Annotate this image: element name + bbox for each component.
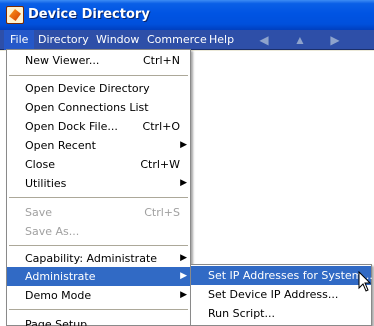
menu-item-utilities[interactable]: Utilities ▶ xyxy=(7,174,190,193)
menu-item-open-dock-file[interactable]: Open Dock File... Ctrl+O xyxy=(7,117,190,136)
submenu-arrow-icon: ▶ xyxy=(180,140,187,150)
menu-item-new-viewer[interactable]: New Viewer... Ctrl+N xyxy=(7,51,190,70)
menu-item-run-script[interactable]: Run Script... xyxy=(191,304,371,323)
title-bar[interactable]: Device Directory xyxy=(0,0,374,30)
menu-item-set-device-ip-address[interactable]: Set Device IP Address... xyxy=(191,285,371,304)
menu-item-open-device-directory[interactable]: Open Device Directory xyxy=(7,79,190,98)
menu-item-label: Page Setup... xyxy=(25,318,98,326)
menu-item-capability[interactable]: Capability: Administrate ▶ xyxy=(7,249,190,268)
menu-item-save-as: Save As... xyxy=(7,222,190,241)
menu-item-administrate[interactable]: Administrate ▶ xyxy=(7,267,190,286)
menu-item-page-setup[interactable]: Page Setup... xyxy=(7,315,190,326)
app-icon[interactable] xyxy=(6,6,24,24)
administrate-submenu: Set IP Addresses for System... Set Devic… xyxy=(190,264,373,326)
menu-commerce[interactable]: Commerce xyxy=(141,30,213,50)
menu-separator xyxy=(9,245,188,246)
menu-item-label: Open Dock File... xyxy=(25,120,118,133)
menu-window[interactable]: Window xyxy=(90,30,145,50)
menu-help[interactable]: Help xyxy=(203,30,240,50)
menu-item-label: Demo Mode xyxy=(25,289,92,302)
menu-item-label: Capability: Administrate xyxy=(25,252,158,265)
forward-arrow-icon[interactable]: ▶ xyxy=(327,34,343,46)
menu-item-shortcut: Ctrl+O xyxy=(142,120,180,133)
menu-item-label: Open Recent xyxy=(25,139,96,152)
menu-item-shortcut: Ctrl+N xyxy=(142,54,180,67)
menu-item-label: Close xyxy=(25,158,55,171)
menu-item-label: Administrate xyxy=(25,270,96,283)
menu-item-label: New Viewer... xyxy=(25,54,100,67)
mouse-cursor-icon xyxy=(358,271,372,292)
menu-item-save: Save Ctrl+S xyxy=(7,203,190,222)
menu-item-demo-mode[interactable]: Demo Mode ▶ xyxy=(7,286,190,305)
menu-file[interactable]: File xyxy=(4,30,35,50)
menu-item-label: Save xyxy=(25,206,53,219)
menu-item-set-ip-addresses-for-system[interactable]: Set IP Addresses for System... xyxy=(191,266,373,285)
submenu-arrow-icon: ▶ xyxy=(180,253,187,263)
menu-item-close[interactable]: Close Ctrl+W xyxy=(7,155,190,174)
menu-item-shortcut: Ctrl+W xyxy=(140,158,180,171)
window-title: Device Directory xyxy=(28,7,150,22)
back-arrow-icon[interactable]: ◀ xyxy=(256,34,272,46)
menu-item-label: Save As... xyxy=(25,225,80,238)
menu-item-label: Set Device IP Address... xyxy=(208,288,339,301)
menu-separator xyxy=(9,309,188,310)
menu-item-label: Utilities xyxy=(25,177,67,190)
menu-separator xyxy=(9,75,188,76)
menu-item-open-recent[interactable]: Open Recent ▶ xyxy=(7,136,190,155)
submenu-arrow-icon: ▶ xyxy=(180,178,187,188)
menu-item-label: Run Script... xyxy=(208,307,275,320)
submenu-arrow-icon: ▶ xyxy=(180,271,187,281)
menu-item-label: Open Device Directory xyxy=(25,82,150,95)
menu-item-label: Set IP Addresses for System... xyxy=(208,269,373,282)
menu-item-open-connections-list[interactable]: Open Connections List xyxy=(7,98,190,117)
file-menu: New Viewer... Ctrl+N Open Device Directo… xyxy=(6,49,191,326)
menu-bar: File Directory Window Commerce Help ◀ ▲ … xyxy=(0,30,374,50)
up-arrow-icon[interactable]: ▲ xyxy=(292,34,308,46)
menu-directory[interactable]: Directory xyxy=(32,30,95,50)
submenu-arrow-icon: ▶ xyxy=(180,290,187,300)
menu-item-shortcut: Ctrl+S xyxy=(144,206,180,219)
menu-separator xyxy=(9,197,188,198)
menu-item-label: Open Connections List xyxy=(25,101,149,114)
